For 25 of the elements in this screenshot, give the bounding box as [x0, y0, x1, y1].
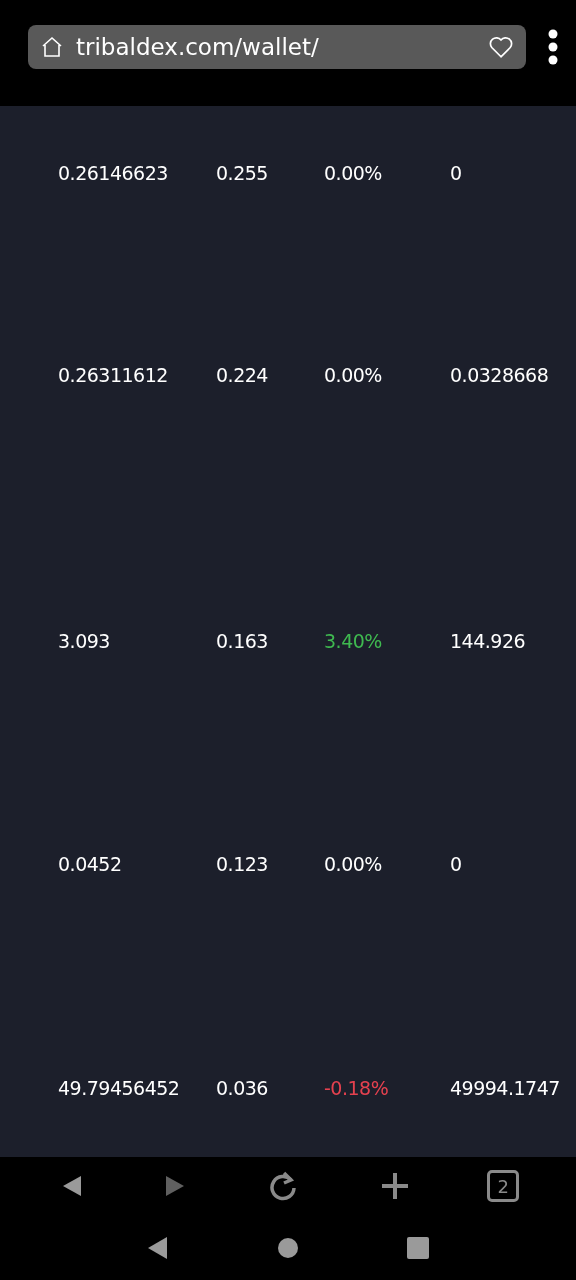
balance-text: 0.0452: [58, 853, 123, 875]
balance-text: 49.79456452: [58, 1077, 181, 1099]
change-text: 0.00%: [324, 364, 383, 386]
value-text: 0.0328668: [450, 364, 550, 386]
price-text: 0.224: [216, 364, 269, 386]
address-bar[interactable]: tribaldex.com/wallet/: [28, 25, 526, 69]
home-icon[interactable]: [40, 35, 64, 59]
change-text: 0.00%: [324, 162, 383, 184]
change-text: 0.00%: [324, 853, 383, 875]
value-text: 49994.1747: [450, 1077, 561, 1099]
change-text: -0.18%: [324, 1077, 390, 1099]
balance-text: 0.26146623: [58, 162, 169, 184]
price-text: 0.163: [216, 630, 269, 652]
balance-text: 0.26311612: [58, 364, 169, 386]
tab-count-button[interactable]: 2: [487, 1170, 520, 1202]
change-text: 3.40%: [324, 630, 383, 652]
price-text: 0.123: [216, 853, 269, 875]
price-text: 0.036: [216, 1077, 269, 1099]
value-text: 144.926: [450, 630, 527, 652]
url-text: tribaldex.com/wallet/: [76, 34, 320, 60]
balance-text: 3.093: [58, 630, 111, 652]
value-text: 0: [450, 162, 463, 184]
price-text: 0.255: [216, 162, 269, 184]
heart-icon[interactable]: [488, 35, 514, 59]
value-text: 0: [450, 853, 463, 875]
